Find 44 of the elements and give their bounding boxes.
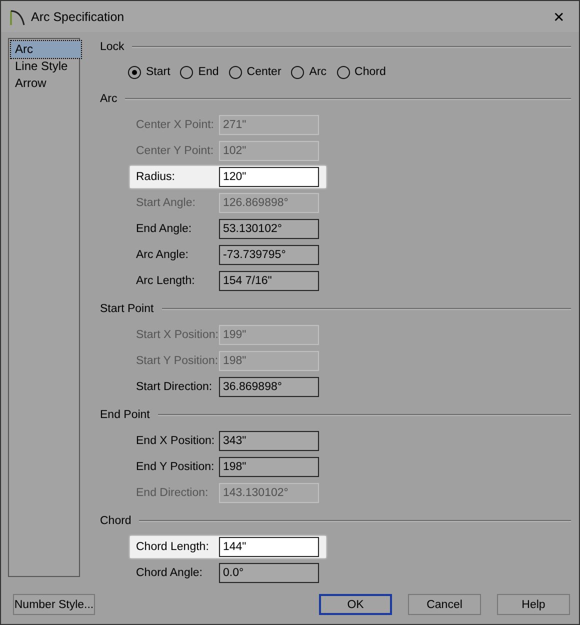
dialog-button[interactable]: Number Style... — [13, 594, 95, 615]
field-label: Chord Length: — [136, 541, 210, 553]
field-label: Arc Length: — [136, 275, 196, 287]
input-field[interactable]: 36.869898° — [219, 377, 319, 397]
list-item[interactable]: Arrow — [11, 75, 81, 92]
input-field[interactable]: 154 7/16" — [219, 271, 319, 291]
field-label: Start Angle: — [136, 197, 196, 209]
dialog-button[interactable]: Help — [497, 594, 570, 615]
dialog-button[interactable]: Cancel — [408, 594, 481, 615]
radio-button[interactable]: End — [180, 62, 219, 82]
field-label: Start X Position: — [136, 329, 219, 341]
window-title: Arc Specification — [31, 10, 126, 24]
input-field[interactable]: 0.0° — [219, 563, 319, 583]
section-title: End Point — [100, 409, 150, 421]
field-label: Center Y Point: — [136, 145, 215, 157]
field-label: End Direction: — [136, 487, 210, 499]
input-field[interactable]: 120" — [219, 167, 319, 187]
field-label: End Y Position: — [136, 461, 216, 473]
list-item[interactable]: Line Style — [11, 58, 81, 75]
list-item[interactable]: Arc — [11, 41, 81, 58]
input-field[interactable]: 144" — [219, 537, 319, 557]
dialog-button[interactable]: OK — [319, 594, 392, 615]
field-label: Start Y Position: — [136, 355, 219, 367]
input-field[interactable]: 53.130102° — [219, 219, 319, 239]
field-label: Radius: — [136, 171, 176, 183]
field-label: Chord Angle: — [136, 567, 204, 579]
input-field[interactable]: -73.739795° — [219, 245, 319, 265]
field-label: End X Position: — [136, 435, 216, 447]
close-icon[interactable]: ✕ — [547, 8, 571, 24]
input-field[interactable]: 343" — [219, 431, 319, 451]
radio-button[interactable]: Center — [228, 62, 282, 82]
radio-button[interactable]: Chord — [336, 62, 386, 82]
section-title: Start Point — [100, 303, 154, 315]
section-title: Chord — [100, 515, 132, 527]
field-label: Arc Angle: — [136, 249, 190, 261]
field-label: Center X Point: — [136, 119, 215, 131]
input-field[interactable]: 198" — [219, 457, 319, 477]
section-title: Arc — [100, 93, 118, 105]
radio-button[interactable]: Start — [128, 62, 170, 82]
section-title: Lock — [100, 41, 124, 53]
radio-button[interactable]: Arc — [291, 62, 327, 82]
field-label: End Angle: — [136, 223, 193, 235]
arc-icon — [9, 8, 25, 26]
field-label: Start Direction: — [136, 381, 214, 393]
